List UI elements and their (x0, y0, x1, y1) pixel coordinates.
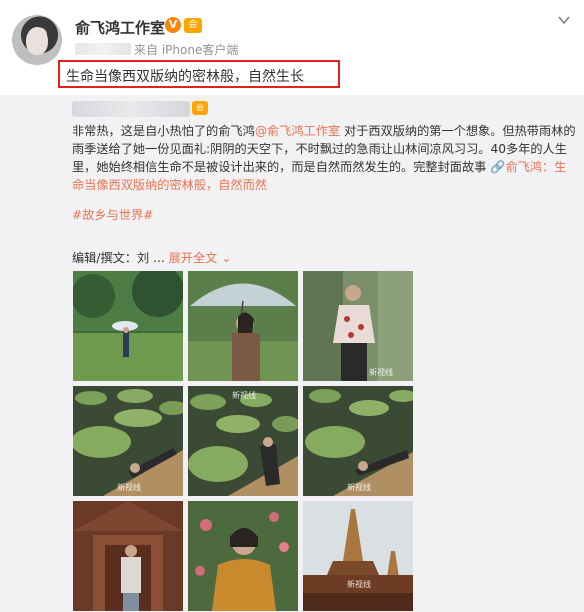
verified-icon: V (165, 17, 181, 33)
photo-thumbnail[interactable] (73, 501, 183, 611)
post-header: 俞飞鸿工作室 V 会 来自 iPhone客户端 生命当像西双版纳的密林般，自然生… (0, 0, 584, 95)
topic-hashtag[interactable]: #故乡与世界# (72, 205, 153, 223)
link-icon[interactable]: 🔗 (490, 160, 505, 174)
photo-thumbnail[interactable]: 新视线 (303, 386, 413, 496)
post-source: 来自 iPhone客户端 (134, 43, 239, 57)
photo-thumbnail[interactable]: 新视线 (73, 386, 183, 496)
photo-grid: 新视线 新视线 新视线 新视线 新视线 (73, 271, 413, 612)
mention-link[interactable]: @俞飞鸿工作室 (255, 124, 340, 138)
editor-text: 编辑/撰文：刘 ... (72, 251, 165, 265)
expand-full-text-link[interactable]: 展开全文 (169, 251, 218, 265)
watermark: 新视线 (347, 483, 371, 492)
photo-thumbnail[interactable] (188, 501, 298, 611)
timestamp-blurred (75, 43, 131, 55)
photo-thumbnail[interactable] (188, 271, 298, 381)
chevron-down-icon[interactable]: ⌄ (221, 251, 231, 265)
repost-body: 非常热，这是自小热怕了的俞飞鸿@俞飞鸿工作室 对于西双版纳的第一个想象。但热带雨… (72, 122, 577, 194)
photo-thumbnail[interactable]: 新视线 (303, 271, 413, 381)
watermark: 新视线 (117, 483, 141, 492)
repost-text: 非常热，这是自小热怕了的俞飞鸿 (72, 124, 255, 138)
repost-author-blurred[interactable] (72, 101, 190, 117)
photo-thumbnail[interactable] (73, 271, 183, 381)
editor-line: 编辑/撰文：刘 ... 展开全文 ⌄ (72, 248, 231, 266)
avatar[interactable] (12, 15, 62, 65)
photo-thumbnail[interactable]: 新视线 (188, 386, 298, 496)
author-name[interactable]: 俞飞鸿工作室 (75, 17, 165, 38)
watermark: 新视线 (347, 580, 371, 589)
member-badge-icon[interactable]: 会 (184, 18, 202, 33)
watermark: 新视线 (369, 368, 393, 377)
post-text: 生命当像西双版纳的密林般，自然生长 (58, 60, 340, 88)
repost-card: 会 非常热，这是自小热怕了的俞飞鸿@俞飞鸿工作室 对于西双版纳的第一个想象。但热… (0, 95, 584, 612)
photo-thumbnail[interactable]: 新视线 (303, 501, 413, 611)
watermark: 新视线 (232, 391, 256, 400)
chevron-down-icon[interactable] (558, 14, 570, 26)
member-badge-icon: 会 (192, 101, 208, 115)
